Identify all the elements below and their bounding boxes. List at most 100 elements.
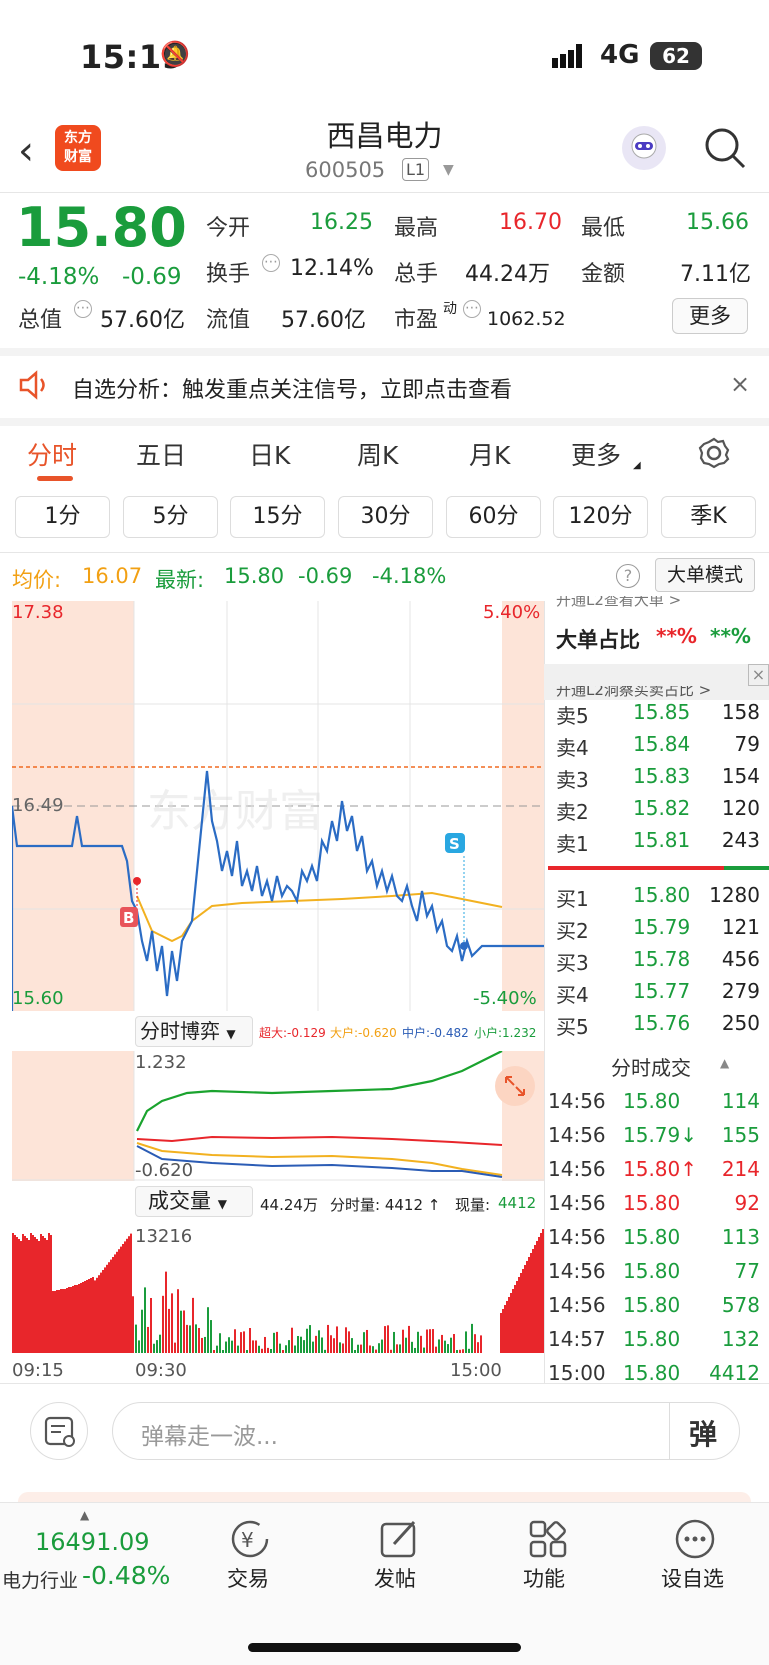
game-indicator-dropdown[interactable]: 分时博弈 ▼ bbox=[135, 1016, 253, 1047]
tab-monthly[interactable]: 月K bbox=[469, 436, 510, 472]
volume-bar bbox=[357, 1344, 359, 1353]
kline-30min[interactable]: 30分 bbox=[338, 496, 433, 538]
tab-intraday[interactable]: 分时 bbox=[27, 436, 77, 472]
avg-label: 均价: bbox=[12, 568, 62, 592]
nav-add-watchlist[interactable]: 设自选 bbox=[661, 1563, 724, 1593]
function-icon[interactable] bbox=[527, 1518, 569, 1564]
tick-volume: 214 bbox=[721, 1157, 760, 1181]
tick-price: 15.79↓ bbox=[623, 1123, 698, 1147]
l2-header[interactable]: 开通L2查看大单 > bbox=[556, 596, 681, 608]
ask-volume: 120 bbox=[721, 796, 760, 820]
tick-time: 14:57 bbox=[548, 1327, 606, 1351]
volume-indicator-dropdown[interactable]: 成交量 ▼ bbox=[135, 1186, 253, 1217]
volume-bar bbox=[40, 1234, 42, 1353]
volume-bar bbox=[231, 1340, 233, 1353]
volume-bar bbox=[42, 1236, 44, 1353]
collapse-icon[interactable]: ▲ bbox=[720, 1056, 729, 1070]
volume-bar bbox=[530, 1253, 532, 1353]
volume-bar bbox=[518, 1277, 520, 1353]
post-icon[interactable] bbox=[378, 1518, 420, 1564]
kline-120min[interactable]: 120分 bbox=[553, 496, 648, 538]
dropdown-icon[interactable]: ▼ bbox=[443, 162, 454, 178]
danmu-toggle-button[interactable]: 弹 bbox=[689, 1413, 717, 1453]
float-mv-label: 流值 bbox=[206, 308, 251, 333]
volume-bar bbox=[100, 1272, 102, 1353]
close-icon[interactable]: × bbox=[730, 370, 750, 398]
l2-promo-text[interactable]: 开通L2洞察买卖占比 > bbox=[556, 686, 711, 698]
index-value[interactable]: 16491.09 bbox=[35, 1528, 150, 1556]
volume-bar bbox=[60, 1289, 62, 1353]
volume-bar bbox=[16, 1237, 18, 1353]
kline-quarter[interactable]: 季K bbox=[661, 496, 756, 538]
volume-bar bbox=[132, 1296, 134, 1353]
nav-function[interactable]: 功能 bbox=[523, 1563, 565, 1593]
panel-divider bbox=[544, 601, 545, 1383]
tab-weekly[interactable]: 周K bbox=[357, 436, 398, 472]
kline-60min[interactable]: 60分 bbox=[446, 496, 541, 538]
ask-price: 15.82 bbox=[633, 796, 691, 820]
volume-bar bbox=[86, 1280, 88, 1353]
volume-bar bbox=[378, 1343, 380, 1353]
volume-bar bbox=[372, 1346, 374, 1353]
price-chart[interactable]: 东方财富 B S bbox=[12, 601, 544, 1011]
more-button[interactable]: 更多 bbox=[672, 298, 748, 334]
notice-text[interactable]: 自选分析：触发重点关注信号，立即点击查看 bbox=[72, 372, 512, 404]
volume-bar bbox=[48, 1233, 50, 1353]
volume-bar bbox=[342, 1343, 344, 1353]
more-options-icon[interactable] bbox=[674, 1518, 716, 1564]
tab-more[interactable]: 更多 bbox=[571, 436, 621, 472]
kline-15min[interactable]: 15分 bbox=[230, 496, 325, 538]
trade-icon[interactable]: ¥ bbox=[229, 1518, 271, 1564]
volume-bar bbox=[510, 1293, 512, 1353]
level-badge[interactable]: L1 bbox=[402, 158, 430, 181]
search-icon[interactable] bbox=[703, 126, 747, 174]
ask-label: 卖1 bbox=[556, 832, 589, 856]
tab-daily[interactable]: 日K bbox=[249, 436, 290, 472]
big-order-mode-button[interactable]: 大单模式 bbox=[655, 558, 755, 592]
volume-bar bbox=[447, 1344, 449, 1353]
low-label: 最低 bbox=[581, 216, 626, 241]
danmu-input[interactable]: 弹幕走一波... 弹 bbox=[112, 1402, 740, 1460]
info-icon[interactable]: ⋯ bbox=[463, 300, 481, 318]
kline-5min[interactable]: 5分 bbox=[123, 496, 218, 538]
volume-bar bbox=[120, 1246, 122, 1353]
volume-bar bbox=[459, 1349, 461, 1353]
speaker-icon bbox=[18, 370, 52, 404]
volume-bar bbox=[282, 1350, 284, 1353]
ticks-title[interactable]: 分时成交 bbox=[611, 1052, 691, 1081]
volume-bar bbox=[438, 1339, 440, 1353]
small-value: 小户:1.232 bbox=[474, 1026, 537, 1040]
volume-bar bbox=[471, 1323, 473, 1353]
volume-bar bbox=[192, 1297, 194, 1353]
close-promo-icon[interactable]: × bbox=[748, 664, 769, 686]
volume-bar bbox=[285, 1345, 287, 1353]
info-icon[interactable]: ⋯ bbox=[74, 300, 92, 318]
comment-icon[interactable] bbox=[30, 1402, 88, 1460]
nav-trade[interactable]: 交易 bbox=[227, 1563, 269, 1593]
index-name[interactable]: 电力行业 bbox=[2, 1566, 78, 1593]
index-change[interactable]: -0.48% bbox=[82, 1561, 170, 1590]
volume-bar bbox=[14, 1235, 16, 1353]
robot-assistant-icon[interactable] bbox=[622, 126, 666, 170]
volume-bar bbox=[393, 1331, 395, 1353]
tab-5day[interactable]: 五日 bbox=[136, 436, 186, 472]
nav-post[interactable]: 发帖 bbox=[374, 1563, 416, 1593]
volume-bar bbox=[327, 1324, 329, 1353]
volume-bar bbox=[456, 1350, 458, 1353]
info-icon[interactable]: ⋯ bbox=[262, 254, 280, 272]
bid-label: 买3 bbox=[556, 951, 589, 975]
volume-bar bbox=[112, 1257, 114, 1353]
divider bbox=[0, 552, 769, 553]
volume-bar bbox=[92, 1277, 94, 1353]
volume-bar bbox=[381, 1339, 383, 1353]
help-icon[interactable]: ? bbox=[616, 564, 640, 588]
svg-text:S: S bbox=[449, 835, 460, 853]
volume-bar bbox=[522, 1269, 524, 1353]
volume-bar bbox=[536, 1241, 538, 1353]
kline-1min[interactable]: 1分 bbox=[15, 496, 110, 538]
volume-bar bbox=[506, 1301, 508, 1353]
dropdown-icon: ▼ bbox=[217, 1197, 227, 1211]
settings-icon[interactable] bbox=[697, 436, 731, 474]
time-axis-open: 09:30 bbox=[135, 1360, 187, 1381]
volume-bar bbox=[444, 1340, 446, 1353]
